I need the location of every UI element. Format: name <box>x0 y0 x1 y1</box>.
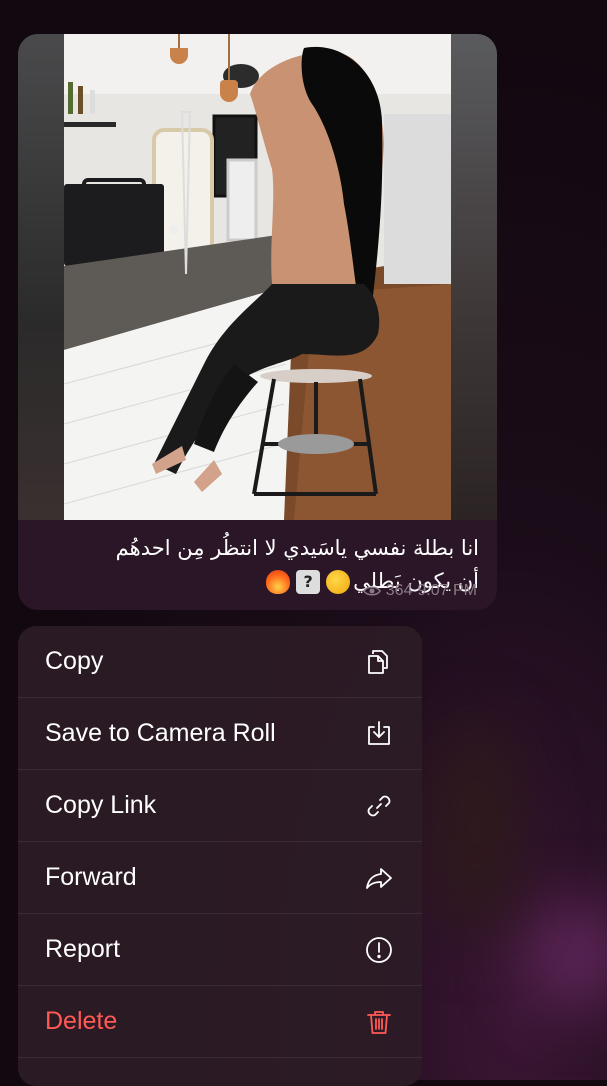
menu-item-copy[interactable]: Copy <box>18 626 422 698</box>
photo-scene <box>63 34 451 520</box>
fire-icon <box>266 569 291 594</box>
eye-icon <box>362 586 381 596</box>
menu-item-copy-link[interactable]: Copy Link <box>18 770 422 842</box>
message-meta: 364 9:07 PM <box>362 582 477 600</box>
background-glow <box>520 900 607 1010</box>
copy-icon <box>368 649 388 674</box>
menu-item-label: Copy Link <box>45 791 157 819</box>
forward-arrow-icon <box>366 867 392 889</box>
face-icon <box>326 569 351 594</box>
menu-item-label: Save to Camera Roll <box>45 719 276 747</box>
menu-item-delete[interactable]: Delete <box>18 986 422 1058</box>
menu-item-label: Forward <box>45 863 137 891</box>
link-icon <box>367 795 391 816</box>
menu-item-report[interactable]: Report <box>18 914 422 986</box>
menu-item-save-to-camera-roll[interactable]: Save to Camera Roll <box>18 698 422 770</box>
save-download-icon <box>368 720 390 745</box>
message-photo[interactable] <box>18 34 497 520</box>
photo-blur-left <box>18 34 64 520</box>
photo-blur-right <box>451 34 497 520</box>
menu-item-label: Copy <box>45 647 104 675</box>
caption-line-1: انا بطلة نفسي ياسَيدي لا انتظُر مِن احده… <box>115 536 479 560</box>
menu-item-label: Report <box>45 935 121 963</box>
context-menu: Copy Save to Camera Roll Copy Link Forwa… <box>18 626 422 1086</box>
trash-icon <box>367 1010 391 1034</box>
report-exclamation-icon <box>366 936 392 963</box>
menu-item-forward[interactable]: Forward <box>18 842 422 914</box>
message-time: 9:07 PM <box>417 582 477 599</box>
question-box-icon: ? <box>296 569 321 594</box>
menu-item-label: Delete <box>45 1007 118 1035</box>
view-count: 364 <box>385 582 413 599</box>
background-glow-2 <box>430 720 520 940</box>
message-bubble[interactable]: انا بطلة نفسي ياسَيدي لا انتظُر مِن احده… <box>18 34 497 610</box>
